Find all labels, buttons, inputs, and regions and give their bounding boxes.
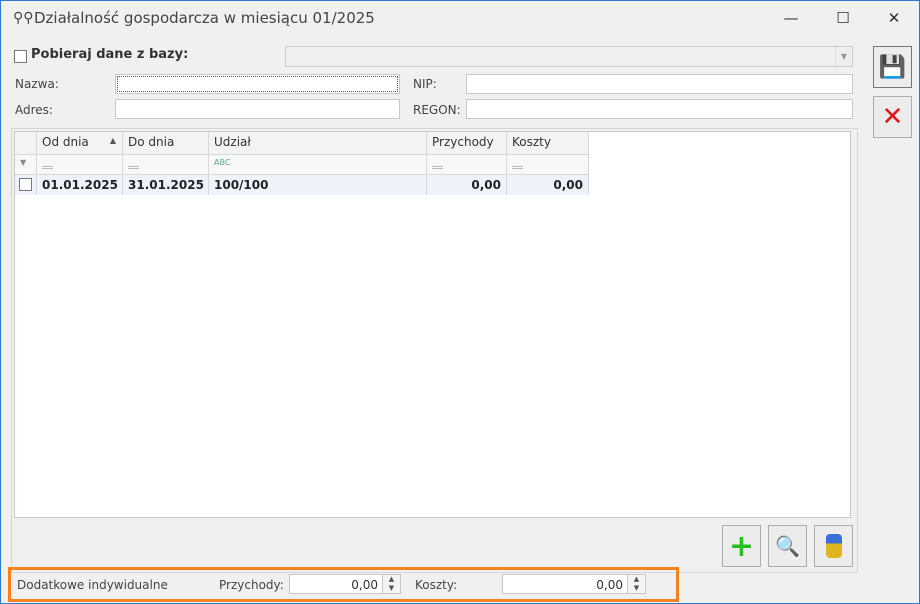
cancel-icon: ✕ xyxy=(881,102,904,132)
row-checkbox[interactable] xyxy=(19,178,32,191)
add-button[interactable]: + xyxy=(722,525,761,567)
col-do-dnia[interactable]: Do dnia xyxy=(123,132,209,154)
nip-label: NIP: xyxy=(413,77,437,91)
window-title: Działalność gospodarcza w miesiącu 01/20… xyxy=(34,9,375,27)
nazwa-input[interactable] xyxy=(115,74,400,94)
equals-icon xyxy=(432,166,443,169)
filter-icon[interactable]: ▼ xyxy=(15,155,37,174)
down-icon[interactable]: ▼ xyxy=(628,584,645,593)
delete-button[interactable] xyxy=(814,525,853,567)
przychody-label: Przychody: xyxy=(219,578,284,592)
table-row[interactable]: 01.01.2025 31.01.2025 100/100 0,00 0,00 xyxy=(15,175,589,195)
view-button[interactable]: 🔍 xyxy=(768,525,807,567)
col-label: Od dnia xyxy=(42,135,89,149)
equals-icon xyxy=(512,166,523,169)
cell-udzial: 100/100 xyxy=(209,175,427,195)
equals-icon xyxy=(128,166,139,169)
sort-asc-icon: ▲ xyxy=(109,136,116,145)
koszty-label: Koszty: xyxy=(415,578,458,592)
additional-label: Dodatkowe indywidualne xyxy=(17,578,168,592)
filter-przychody[interactable] xyxy=(427,155,507,174)
save-icon: 💾 xyxy=(878,54,907,80)
col-koszty[interactable]: Koszty xyxy=(507,132,589,154)
trash-icon xyxy=(825,534,842,558)
plus-icon: + xyxy=(728,528,755,564)
cell-koszty: 0,00 xyxy=(507,175,589,195)
adres-label: Adres: xyxy=(15,103,53,117)
col-od-dnia[interactable]: Od dnia ▲ xyxy=(37,132,123,154)
dialog-window: ⚲⚲ Działalność gospodarcza w miesiącu 01… xyxy=(0,0,920,604)
filter-od[interactable] xyxy=(37,155,123,174)
filter-row: ▼ ABC xyxy=(15,155,589,175)
maximize-button[interactable]: ☐ xyxy=(823,5,863,31)
data-grid[interactable]: Od dnia ▲ Do dnia Udział Przychody Koszty… xyxy=(14,131,851,518)
up-icon[interactable]: ▲ xyxy=(628,575,645,584)
regon-label: REGON: xyxy=(413,103,461,117)
filter-koszty[interactable] xyxy=(507,155,589,174)
up-icon[interactable]: ▲ xyxy=(383,575,400,584)
equals-icon xyxy=(42,166,53,169)
nip-input[interactable] xyxy=(466,74,853,94)
app-icon: ⚲⚲ xyxy=(13,10,34,26)
save-button[interactable]: 💾 xyxy=(873,46,912,88)
col-przychody[interactable]: Przychody xyxy=(427,132,507,154)
przychody-input[interactable]: 0,00 xyxy=(289,574,383,594)
grid-header: Od dnia ▲ Do dnia Udział Przychody Koszty xyxy=(15,132,589,155)
przychody-spinner[interactable]: ▲ ▼ xyxy=(383,574,401,594)
cell-od: 01.01.2025 xyxy=(37,175,123,195)
magnifier-icon: 🔍 xyxy=(775,534,800,558)
close-button[interactable]: ✕ xyxy=(874,5,914,31)
filter-do[interactable] xyxy=(123,155,209,174)
cancel-button[interactable]: ✕ xyxy=(873,96,912,138)
cell-do: 31.01.2025 xyxy=(123,175,209,195)
database-select[interactable]: ▼ xyxy=(285,46,853,67)
down-icon[interactable]: ▼ xyxy=(383,584,400,593)
regon-input[interactable] xyxy=(466,99,853,119)
nazwa-label: Nazwa: xyxy=(15,77,59,91)
koszty-spinner[interactable]: ▲ ▼ xyxy=(628,574,646,594)
cell-przychody: 0,00 xyxy=(427,175,507,195)
fetch-checkbox[interactable] xyxy=(14,50,27,63)
minimize-button[interactable]: — xyxy=(771,5,811,31)
chevron-down-icon: ▼ xyxy=(835,47,852,66)
fetch-label: Pobieraj dane z bazy: xyxy=(31,47,189,62)
koszty-input[interactable]: 0,00 xyxy=(502,574,628,594)
adres-input[interactable] xyxy=(115,99,400,119)
filter-udzial[interactable]: ABC xyxy=(209,155,427,174)
col-udzial[interactable]: Udział xyxy=(209,132,427,154)
text-filter-icon: ABC xyxy=(214,158,231,167)
